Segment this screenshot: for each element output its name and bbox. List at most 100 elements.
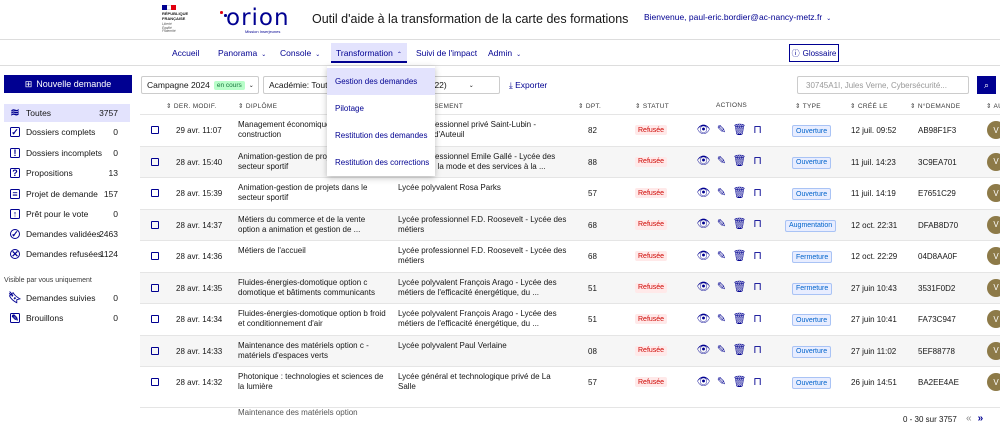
academie-select[interactable]: Académie: Toute <box>263 76 329 94</box>
view-icon[interactable]: 👁︎ <box>697 311 711 325</box>
nav-admin[interactable]: Admin ⌄ <box>488 48 521 58</box>
avatar[interactable]: V <box>987 341 1000 360</box>
avatar[interactable]: V <box>987 121 1000 139</box>
sidebar-item-demandes-validees[interactable]: ✓ Demandes validées 2463 <box>4 225 122 243</box>
row-checkbox[interactable] <box>151 315 159 323</box>
th-dpt[interactable]: ⇕ DPT. <box>578 102 601 110</box>
row-checkbox[interactable] <box>151 346 159 355</box>
sidebar-item-brouillons[interactable]: ✎ Brouillons 0 <box>4 309 122 327</box>
delete-icon[interactable]: 🗑︎ <box>733 248 747 262</box>
edit-icon[interactable]: ✎ <box>716 374 727 388</box>
view-icon[interactable]: 👁︎ <box>697 154 711 168</box>
sidebar-item-dossiers-complets[interactable]: ✓ Dossiers complets 0 <box>4 123 122 141</box>
menu-item-restitution-corrections[interactable]: Restitution des corrections <box>327 149 435 176</box>
edit-icon[interactable]: ✎ <box>716 280 727 294</box>
table-row[interactable]: 28 avr. 14:36 Métiers de l'accueil Lycée p… <box>140 240 1000 271</box>
sidebar-item-pret-vote[interactable]: ↑ Prêt pour le vote 0 <box>4 205 122 223</box>
sidebar-item-propositions[interactable]: ? Propositions 13 <box>4 164 122 182</box>
th-statut[interactable]: ⇕ STATUT <box>635 102 669 110</box>
bookmark-icon[interactable]: ⊓ <box>752 122 763 136</box>
row-checkbox[interactable] <box>151 220 159 229</box>
sidebar-item-dossiers-incomplets[interactable]: ! Dossiers incomplets 0 <box>4 144 122 162</box>
menu-item-pilotage[interactable]: Pilotage <box>327 95 435 122</box>
table-row[interactable]: 28 avr. 14:33 Maintenance des matériels o… <box>140 334 1000 366</box>
edit-icon[interactable]: ✎ <box>716 343 727 357</box>
search-input[interactable]: 30745A1I, Jules Verne, Cybersécurité... <box>797 76 969 94</box>
bookmark-icon[interactable]: ⊓ <box>752 217 763 231</box>
delete-icon[interactable]: 🗑︎ <box>733 154 747 168</box>
edit-icon[interactable]: ✎ <box>716 311 727 325</box>
bookmark-icon[interactable]: ⊓ <box>752 374 763 388</box>
nav-console[interactable]: Console ⌄ <box>280 48 320 58</box>
bookmark-icon[interactable]: ⊓ <box>752 154 763 168</box>
th-cree[interactable]: ⇕ CRÉÉ LE <box>850 102 888 110</box>
bookmark-icon[interactable]: ⊓ <box>752 280 763 294</box>
nav-panorama[interactable]: Panorama ⌄ <box>218 48 266 58</box>
th-modif[interactable]: ⇕ DER. MODIF. <box>166 102 217 110</box>
menu-item-gestion-demandes[interactable]: Gestion des demandes <box>327 68 435 95</box>
sidebar-item-demandes-suivies[interactable]: 🔖︎ Demandes suivies 0 <box>4 289 122 307</box>
edit-icon[interactable]: ✎ <box>716 217 727 231</box>
bookmark-icon[interactable]: ⊓ <box>752 185 763 199</box>
nav-accueil[interactable]: Accueil <box>172 48 199 58</box>
row-checkbox[interactable] <box>151 157 159 166</box>
bookmark-icon[interactable]: ⊓ <box>752 311 763 325</box>
search-button[interactable]: ⌕ <box>977 76 996 94</box>
avatar[interactable]: V <box>987 310 1000 328</box>
view-icon[interactable]: 👁︎ <box>697 122 711 136</box>
campagne-select[interactable]: Campagne 2024 en cours ⌄ <box>141 76 259 94</box>
export-button[interactable]: ⤓ Exporter <box>509 80 547 91</box>
view-icon[interactable]: 👁︎ <box>697 248 711 262</box>
view-icon[interactable]: 👁︎ <box>697 280 711 294</box>
sidebar-item-demandes-refusees[interactable]: ✕ Demandes refusées 1124 <box>4 245 122 263</box>
delete-icon[interactable]: 🗑︎ <box>733 185 747 199</box>
edit-icon[interactable]: ✎ <box>716 248 727 262</box>
table-row[interactable]: 28 avr. 14:32 Photonique : technologies e… <box>140 366 1000 397</box>
view-icon[interactable]: 👁︎ <box>697 343 711 357</box>
avatar[interactable]: V <box>987 247 1000 265</box>
avatar[interactable]: V <box>987 152 1000 171</box>
th-diplome[interactable]: ⇕ DIPLÔME <box>238 102 277 110</box>
bookmark-icon[interactable]: ⊓ <box>752 248 763 262</box>
table-row[interactable]: 28 avr. 14:34 Fluides-énergies-domotique … <box>140 303 1000 334</box>
bookmark-icon[interactable]: ⊓ <box>752 343 763 357</box>
row-checkbox[interactable] <box>151 378 159 386</box>
glossaire-button[interactable]: ⓘ Glossaire <box>789 44 839 62</box>
delete-icon[interactable]: 🗑︎ <box>733 122 747 136</box>
avatar[interactable]: V <box>987 373 1000 391</box>
edit-icon[interactable]: ✎ <box>716 154 727 168</box>
table-row[interactable]: 28 avr. 14:35 Fluides-énergies-domotique … <box>140 271 1000 303</box>
view-icon[interactable]: 👁︎ <box>697 185 711 199</box>
menu-item-restitution-demandes[interactable]: Restitution des demandes <box>327 122 435 149</box>
avatar[interactable]: V <box>987 278 1000 297</box>
view-icon[interactable]: 👁︎ <box>697 217 711 231</box>
sidebar-item-projet-demande[interactable]: ≡ Projet de demande 157 <box>4 185 122 203</box>
edit-icon[interactable]: ✎ <box>716 122 727 136</box>
delete-icon[interactable]: 🗑︎ <box>733 374 747 388</box>
row-checkbox[interactable] <box>151 283 159 292</box>
nav-transformation[interactable]: Transformation ⌃ <box>331 43 407 63</box>
th-numero[interactable]: ⇕ N°DEMANDE <box>910 102 960 110</box>
delete-icon[interactable]: 🗑︎ <box>733 280 747 294</box>
delete-icon[interactable]: 🗑︎ <box>733 311 747 325</box>
orion-logo[interactable]: orion Mission Inserjeunes <box>220 7 290 34</box>
th-auteur[interactable]: ⇕ AU <box>986 102 1000 110</box>
new-request-button[interactable]: ⊞ Nouvelle demande <box>4 75 132 93</box>
delete-icon[interactable]: 🗑︎ <box>733 343 747 357</box>
row-checkbox[interactable] <box>151 126 159 134</box>
user-menu[interactable]: Bienvenue, paul-eric.bordier@ac-nancy-me… <box>644 12 831 22</box>
next-page-icon[interactable]: » <box>978 413 984 424</box>
avatar[interactable]: V <box>987 215 1000 234</box>
row-checkbox[interactable] <box>151 252 159 260</box>
table-row[interactable]: 28 avr. 15:40 Animation-gestion de projet… <box>140 145 1000 177</box>
view-icon[interactable]: 👁︎ <box>697 374 711 388</box>
table-row[interactable]: 28 avr. 15:39 Animation-gestion de projet… <box>140 177 1000 208</box>
delete-icon[interactable]: 🗑︎ <box>733 217 747 231</box>
prev-page-icon[interactable]: « <box>966 413 972 424</box>
avatar[interactable]: V <box>987 184 1000 202</box>
table-row[interactable]: 28 avr. 14:37 Métiers du commerce et de l… <box>140 208 1000 240</box>
sidebar-item-toutes[interactable]: ≋ Toutes 3757 <box>4 104 130 122</box>
edit-icon[interactable]: ✎ <box>716 185 727 199</box>
table-row[interactable]: 29 avr. 11:07 Management économique de la… <box>140 114 1000 145</box>
row-checkbox[interactable] <box>151 189 159 197</box>
